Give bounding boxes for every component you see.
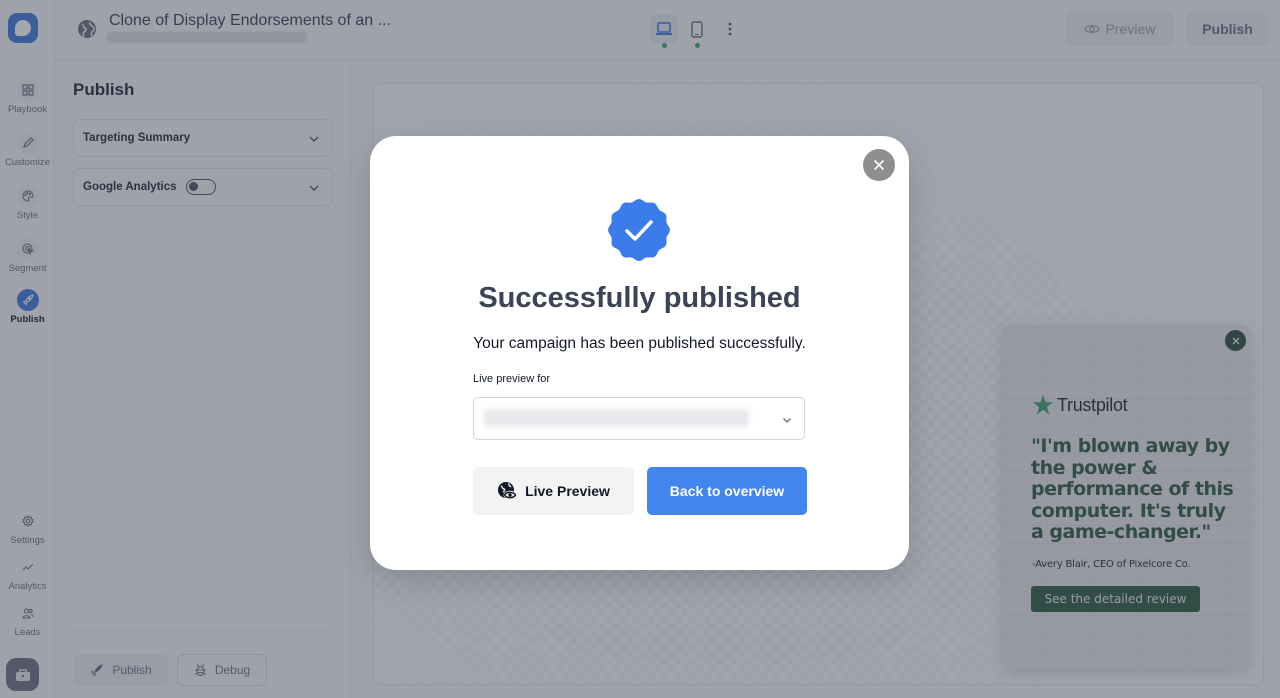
globe-eye-icon bbox=[498, 482, 517, 500]
back-to-overview-button[interactable]: Back to overview bbox=[647, 467, 807, 515]
live-preview-field-label: Live preview for bbox=[473, 373, 551, 385]
live-preview-label: Live Preview bbox=[525, 483, 610, 499]
live-preview-select-value-redacted: Something Hidden with Privacy bbox=[484, 409, 749, 427]
modal-description: Your campaign has been published success… bbox=[473, 335, 806, 352]
close-icon bbox=[873, 159, 885, 171]
live-preview-select[interactable]: Something Hidden with Privacy bbox=[473, 397, 805, 440]
live-preview-button[interactable]: Live Preview bbox=[473, 467, 634, 515]
modal-title: Successfully published bbox=[478, 282, 801, 314]
publish-success-modal: Successfully published Your campaign has… bbox=[370, 136, 909, 570]
verified-badge-icon bbox=[608, 199, 670, 261]
chevron-down-icon bbox=[783, 418, 791, 423]
modal-close-button[interactable] bbox=[863, 149, 895, 181]
